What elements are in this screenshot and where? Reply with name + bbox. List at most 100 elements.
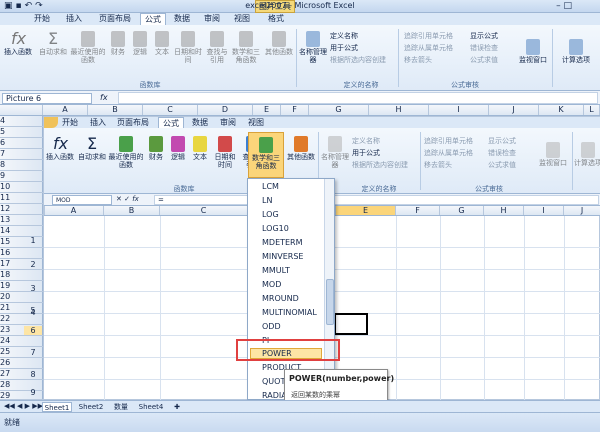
- window-controls[interactable]: – □: [556, 1, 572, 11]
- inner-autosum-button[interactable]: Σ 自动求和: [78, 136, 106, 162]
- inner-col-header[interactable]: C: [160, 206, 248, 215]
- outer-tab-page-layout[interactable]: 页面布局: [94, 13, 136, 25]
- outer-formula-input[interactable]: [118, 92, 598, 104]
- inner-name-manager-button[interactable]: 名称管理器: [320, 136, 350, 169]
- function-item[interactable]: MULTINOMIAL: [262, 308, 317, 317]
- sheet-tab[interactable]: Sheet2: [76, 402, 106, 412]
- inner-col-header[interactable]: I: [524, 206, 564, 215]
- outer-math-button[interactable]: 数学和三角函数: [230, 31, 262, 64]
- outer-create-from-selection[interactable]: 根据所选内容创建: [330, 55, 386, 65]
- sheet-nav-icons[interactable]: ◀◀ ◀ ▶ ▶▶: [4, 402, 43, 410]
- inner-col-header[interactable]: H: [484, 206, 524, 215]
- inner-formula-buttons[interactable]: ✕ ✓ fx: [116, 195, 139, 203]
- outer-col-header[interactable]: I: [429, 105, 489, 115]
- inner-col-header[interactable]: F: [396, 206, 440, 215]
- inner-name-box[interactable]: MOD: [52, 195, 112, 205]
- outer-tab-insert[interactable]: 插入: [60, 13, 88, 25]
- outer-watch-window-button[interactable]: 监视窗口: [516, 39, 550, 64]
- outer-col-header[interactable]: J: [489, 105, 539, 115]
- outer-fx-icon[interactable]: fx: [100, 93, 108, 102]
- inner-error-checking[interactable]: 错误检查: [488, 148, 516, 158]
- scroll-thumb[interactable]: [326, 279, 334, 325]
- inner-remove-arrows[interactable]: 移去箭头: [424, 160, 452, 170]
- inner-tab-formulas[interactable]: 公式: [158, 117, 184, 128]
- outer-error-checking[interactable]: 错误检查: [470, 43, 498, 53]
- inner-math-trig-button[interactable]: 数学和三角函数: [248, 132, 284, 178]
- inner-tab-home[interactable]: 开始: [58, 117, 82, 128]
- outer-tab-review[interactable]: 审阅: [200, 13, 224, 25]
- inner-trace-dependents[interactable]: 追踪从属单元格: [424, 148, 473, 158]
- inner-define-name[interactable]: 定义名称: [352, 136, 380, 146]
- function-item[interactable]: ODD: [262, 322, 281, 331]
- outer-name-box[interactable]: Picture 6: [2, 93, 92, 104]
- outer-use-in-formula[interactable]: 用于公式: [330, 43, 358, 53]
- inner-tab-data[interactable]: 数据: [188, 117, 212, 128]
- insert-sheet-icon[interactable]: ✚: [170, 402, 184, 412]
- inner-insert-function-button[interactable]: fx 插入函数: [46, 136, 74, 162]
- sheet-tab[interactable]: Sheet1: [42, 402, 72, 412]
- inner-calc-options-button[interactable]: 计算选项: [574, 142, 600, 167]
- inner-tab-insert[interactable]: 插入: [86, 117, 110, 128]
- inner-recent-functions-button[interactable]: 最近使用的函数: [108, 136, 144, 169]
- office-button-icon[interactable]: [44, 117, 58, 128]
- inner-show-formulas[interactable]: 显示公式: [488, 136, 516, 146]
- outer-insert-function-button[interactable]: fx 插入函数: [4, 31, 32, 57]
- outer-autosum-button[interactable]: Σ 自动求和: [38, 31, 68, 57]
- inner-datetime-button[interactable]: 日期和时间: [212, 136, 238, 169]
- function-item[interactable]: LN: [262, 196, 272, 205]
- outer-tab-home[interactable]: 开始: [28, 13, 56, 25]
- outer-tab-data[interactable]: 数据: [170, 13, 194, 25]
- outer-show-formulas[interactable]: 显示公式: [470, 31, 498, 41]
- outer-col-header[interactable]: A: [43, 105, 88, 115]
- inner-use-in-formula[interactable]: 用于公式: [352, 148, 380, 158]
- inner-col-header[interactable]: G: [440, 206, 484, 215]
- inner-tab-page-layout[interactable]: 页面布局: [114, 117, 152, 128]
- active-cell[interactable]: [334, 313, 368, 335]
- inner-col-header-active[interactable]: E: [336, 206, 396, 215]
- select-all-corner[interactable]: [0, 105, 43, 115]
- outer-col-header[interactable]: H: [369, 105, 429, 115]
- math-functions-dropdown[interactable]: LCM LN LOG LOG10 MDETERM MINVERSE MMULT …: [247, 178, 335, 400]
- inner-text-button[interactable]: 文本: [190, 136, 210, 161]
- outer-name-manager-button[interactable]: 名称管理器: [299, 31, 327, 64]
- function-item[interactable]: MOD: [262, 280, 281, 289]
- inner-logical-button[interactable]: 逻辑: [168, 136, 188, 161]
- function-item[interactable]: MINVERSE: [262, 252, 303, 261]
- outer-logical-button[interactable]: 逻辑: [130, 31, 150, 56]
- inner-evaluate-formula[interactable]: 公式求值: [488, 160, 516, 170]
- outer-remove-arrows[interactable]: 移去箭头: [404, 55, 432, 65]
- inner-financial-button[interactable]: 财务: [146, 136, 166, 161]
- outer-more-functions-button[interactable]: 其他函数: [264, 31, 294, 56]
- inner-tab-view[interactable]: 视图: [244, 117, 268, 128]
- inner-more-functions-button[interactable]: 其他函数: [286, 136, 316, 161]
- function-item[interactable]: LOG10: [262, 224, 289, 233]
- outer-col-header[interactable]: C: [143, 105, 198, 115]
- outer-col-header[interactable]: D: [198, 105, 253, 115]
- inner-watch-window-button[interactable]: 监视窗口: [536, 142, 570, 167]
- outer-financial-button[interactable]: 财务: [108, 31, 128, 56]
- function-item[interactable]: LOG: [262, 210, 279, 219]
- inner-create-from-selection[interactable]: 根据所选内容创建: [352, 160, 408, 170]
- inner-col-header[interactable]: J: [564, 206, 600, 215]
- outer-recent-functions-button[interactable]: 最近使用的函数: [70, 31, 106, 64]
- outer-datetime-button[interactable]: 日期和时间: [174, 31, 202, 64]
- inner-formula-input[interactable]: =: [154, 195, 599, 205]
- function-item[interactable]: LCM: [262, 182, 279, 191]
- inner-tab-review[interactable]: 审阅: [216, 117, 240, 128]
- outer-col-header[interactable]: K: [539, 105, 584, 115]
- inner-trace-precedents[interactable]: 追踪引用单元格: [424, 136, 473, 146]
- outer-col-header[interactable]: B: [88, 105, 143, 115]
- function-item[interactable]: MROUND: [262, 294, 299, 303]
- outer-col-header[interactable]: F: [281, 105, 309, 115]
- outer-evaluate-formula[interactable]: 公式求值: [470, 55, 498, 65]
- outer-tab-view[interactable]: 视图: [230, 13, 254, 25]
- sheet-tab[interactable]: Sheet4: [136, 402, 166, 412]
- outer-trace-dependents[interactable]: 追踪从属单元格: [404, 43, 453, 53]
- inner-col-header[interactable]: B: [104, 206, 160, 215]
- outer-define-name[interactable]: 定义名称: [330, 31, 358, 41]
- outer-text-button[interactable]: 文本: [152, 31, 172, 56]
- inner-col-header[interactable]: A: [44, 206, 104, 215]
- function-item[interactable]: MDETERM: [262, 238, 303, 247]
- outer-tab-formulas[interactable]: 公式: [140, 13, 166, 25]
- outer-tab-format[interactable]: 格式: [264, 13, 288, 25]
